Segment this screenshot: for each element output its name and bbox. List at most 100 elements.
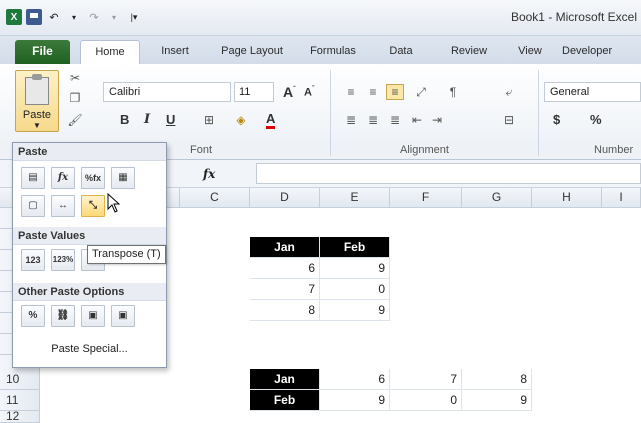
cut-icon[interactable]: ✂ xyxy=(66,70,84,86)
paste-link-icon[interactable]: ⛓ xyxy=(51,305,75,327)
align-bottom-icon[interactable]: ≡ xyxy=(386,84,404,100)
paste-button[interactable]: Paste ▼ xyxy=(15,70,59,132)
italic-icon[interactable]: I xyxy=(144,112,150,127)
values-number-formatting-icon[interactable]: 123% xyxy=(51,249,75,271)
cell-d11-feb[interactable]: Feb xyxy=(250,390,320,411)
cell-e-value[interactable]: 0 xyxy=(320,279,390,300)
format-painter-icon[interactable]: 🖌 xyxy=(66,112,84,128)
number-format-select[interactable]: General xyxy=(544,82,641,102)
tab-view[interactable]: View xyxy=(508,40,552,64)
linked-picture-icon[interactable]: ▣ xyxy=(111,305,135,327)
column-header-i[interactable]: I xyxy=(602,188,641,208)
paste-formulas-icon[interactable]: fx xyxy=(51,167,75,189)
customize-qat-icon[interactable]: |▾ xyxy=(126,9,142,25)
cell-g10[interactable]: 8 xyxy=(462,369,532,390)
ribbon-separator xyxy=(538,70,539,156)
cell-e-value[interactable]: 9 xyxy=(320,258,390,279)
decrease-indent-icon[interactable]: ⇤ xyxy=(408,112,426,128)
column-header-h[interactable]: H xyxy=(532,188,602,208)
transpose-tooltip: Transpose (T) xyxy=(87,245,166,264)
merge-center-icon[interactable]: ⊟ xyxy=(500,112,518,128)
group-label-number: Number xyxy=(594,144,634,156)
formula-input[interactable] xyxy=(256,163,641,184)
cell-d-value[interactable]: 8 xyxy=(250,300,320,321)
align-left-icon[interactable]: ≣ xyxy=(342,112,360,128)
column-header-d[interactable]: D xyxy=(250,188,320,208)
font-name-select[interactable]: Calibri xyxy=(103,82,231,102)
align-middle-icon[interactable]: ≡ xyxy=(364,84,382,100)
group-label-font: Font xyxy=(190,144,213,156)
window-title: Book1 - Microsoft Excel xyxy=(510,10,637,24)
row-header-12[interactable]: 12 xyxy=(0,411,40,423)
no-borders-icon[interactable]: ▢ xyxy=(21,195,45,217)
clipboard-icon xyxy=(25,74,49,105)
tab-review[interactable]: Review xyxy=(440,40,498,64)
shrink-font-icon[interactable]: Aˇ xyxy=(304,86,314,99)
dropdown-icon[interactable]: ▾ xyxy=(66,9,82,25)
cell-f10[interactable]: 7 xyxy=(390,369,462,390)
tab-data[interactable]: Data xyxy=(378,40,424,64)
font-size-select[interactable]: 11 xyxy=(234,82,274,102)
ribbon-tabs: File Home Insert Page Layout Formulas Da… xyxy=(0,36,641,64)
column-header-e[interactable]: E xyxy=(320,188,390,208)
wrap-text-icon[interactable]: ⤶ xyxy=(500,84,518,100)
cell-d-value[interactable]: 6 xyxy=(250,258,320,279)
tab-page-layout[interactable]: Page Layout xyxy=(212,40,292,64)
tab-home[interactable]: Home xyxy=(80,40,140,64)
tab-file[interactable]: File xyxy=(15,40,70,64)
cell-g11[interactable]: 9 xyxy=(462,390,532,411)
cell-e-value[interactable]: 9 xyxy=(320,300,390,321)
paste-values-section-header: Paste Values xyxy=(13,227,166,245)
paste-picture-icon[interactable]: ▣ xyxy=(81,305,105,327)
align-right-icon[interactable]: ≣ xyxy=(386,112,404,128)
align-top-icon[interactable]: ≡ xyxy=(342,84,360,100)
currency-button[interactable]: $ xyxy=(553,112,560,127)
paste-button-label: Paste xyxy=(22,109,52,121)
insert-function-button[interactable]: fx xyxy=(203,167,215,181)
bold-icon[interactable]: B xyxy=(120,112,129,127)
save-icon[interactable] xyxy=(26,9,42,25)
paste-special-menu-item[interactable]: Paste Special... xyxy=(13,343,166,355)
font-color-icon[interactable]: A xyxy=(266,112,276,129)
redo-icon[interactable]: ↷ xyxy=(86,9,102,25)
percent-button[interactable]: % xyxy=(590,112,602,127)
paste-icon[interactable]: ▤ xyxy=(21,167,45,189)
column-header-f[interactable]: F xyxy=(390,188,462,208)
paste-formatting-icon[interactable]: % xyxy=(21,305,45,327)
paste-section-header: Paste xyxy=(13,143,166,161)
orientation-icon[interactable]: ⤢ xyxy=(412,84,430,100)
fill-color-icon[interactable]: ◈ xyxy=(232,112,250,128)
underline-icon[interactable]: U xyxy=(166,112,175,127)
increase-indent-icon[interactable]: ⇥ xyxy=(428,112,446,128)
cell-e-feb[interactable]: Feb xyxy=(320,237,390,258)
cell-f11[interactable]: 0 xyxy=(390,390,462,411)
cell-d-jan[interactable]: Jan xyxy=(250,237,320,258)
ribbon-separator xyxy=(330,70,331,156)
row-header-10[interactable]: 10 xyxy=(0,369,40,390)
cell-e10[interactable]: 6 xyxy=(320,369,390,390)
column-header-g[interactable]: G xyxy=(462,188,532,208)
paste-formulas-number-formatting-icon[interactable]: %fx xyxy=(81,167,105,189)
column-header-c[interactable]: C xyxy=(180,188,250,208)
transpose-icon[interactable]: ⤡ xyxy=(81,195,105,217)
tab-formulas[interactable]: Formulas xyxy=(300,40,366,64)
borders-icon[interactable]: ⊞ xyxy=(200,112,218,128)
copy-icon[interactable]: ❐ xyxy=(66,90,84,106)
paragraph-direction-icon[interactable]: ¶ xyxy=(444,84,462,100)
tab-insert[interactable]: Insert xyxy=(150,40,200,64)
keep-source-column-widths-icon[interactable]: ↔ xyxy=(51,195,75,217)
cell-d10-jan[interactable]: Jan xyxy=(250,369,320,390)
excel-app-icon[interactable]: X xyxy=(6,9,22,25)
grow-font-icon[interactable]: Aˆ xyxy=(283,84,295,100)
undo-icon[interactable]: ↶ xyxy=(46,9,62,25)
quick-access-toolbar: X ↶ ▾ ↷ ▾ |▾ xyxy=(6,9,142,25)
keep-source-formatting-icon[interactable]: ▦ xyxy=(111,167,135,189)
other-paste-options-header: Other Paste Options xyxy=(13,283,166,301)
dropdown-icon[interactable]: ▾ xyxy=(106,9,122,25)
align-center-icon[interactable]: ≣ xyxy=(364,112,382,128)
row-header-11[interactable]: 11 xyxy=(0,390,40,411)
paste-values-icon[interactable]: 123 xyxy=(21,249,45,271)
cell-e11[interactable]: 9 xyxy=(320,390,390,411)
cell-d-value[interactable]: 7 xyxy=(250,279,320,300)
tab-developer[interactable]: Developer xyxy=(562,40,641,64)
